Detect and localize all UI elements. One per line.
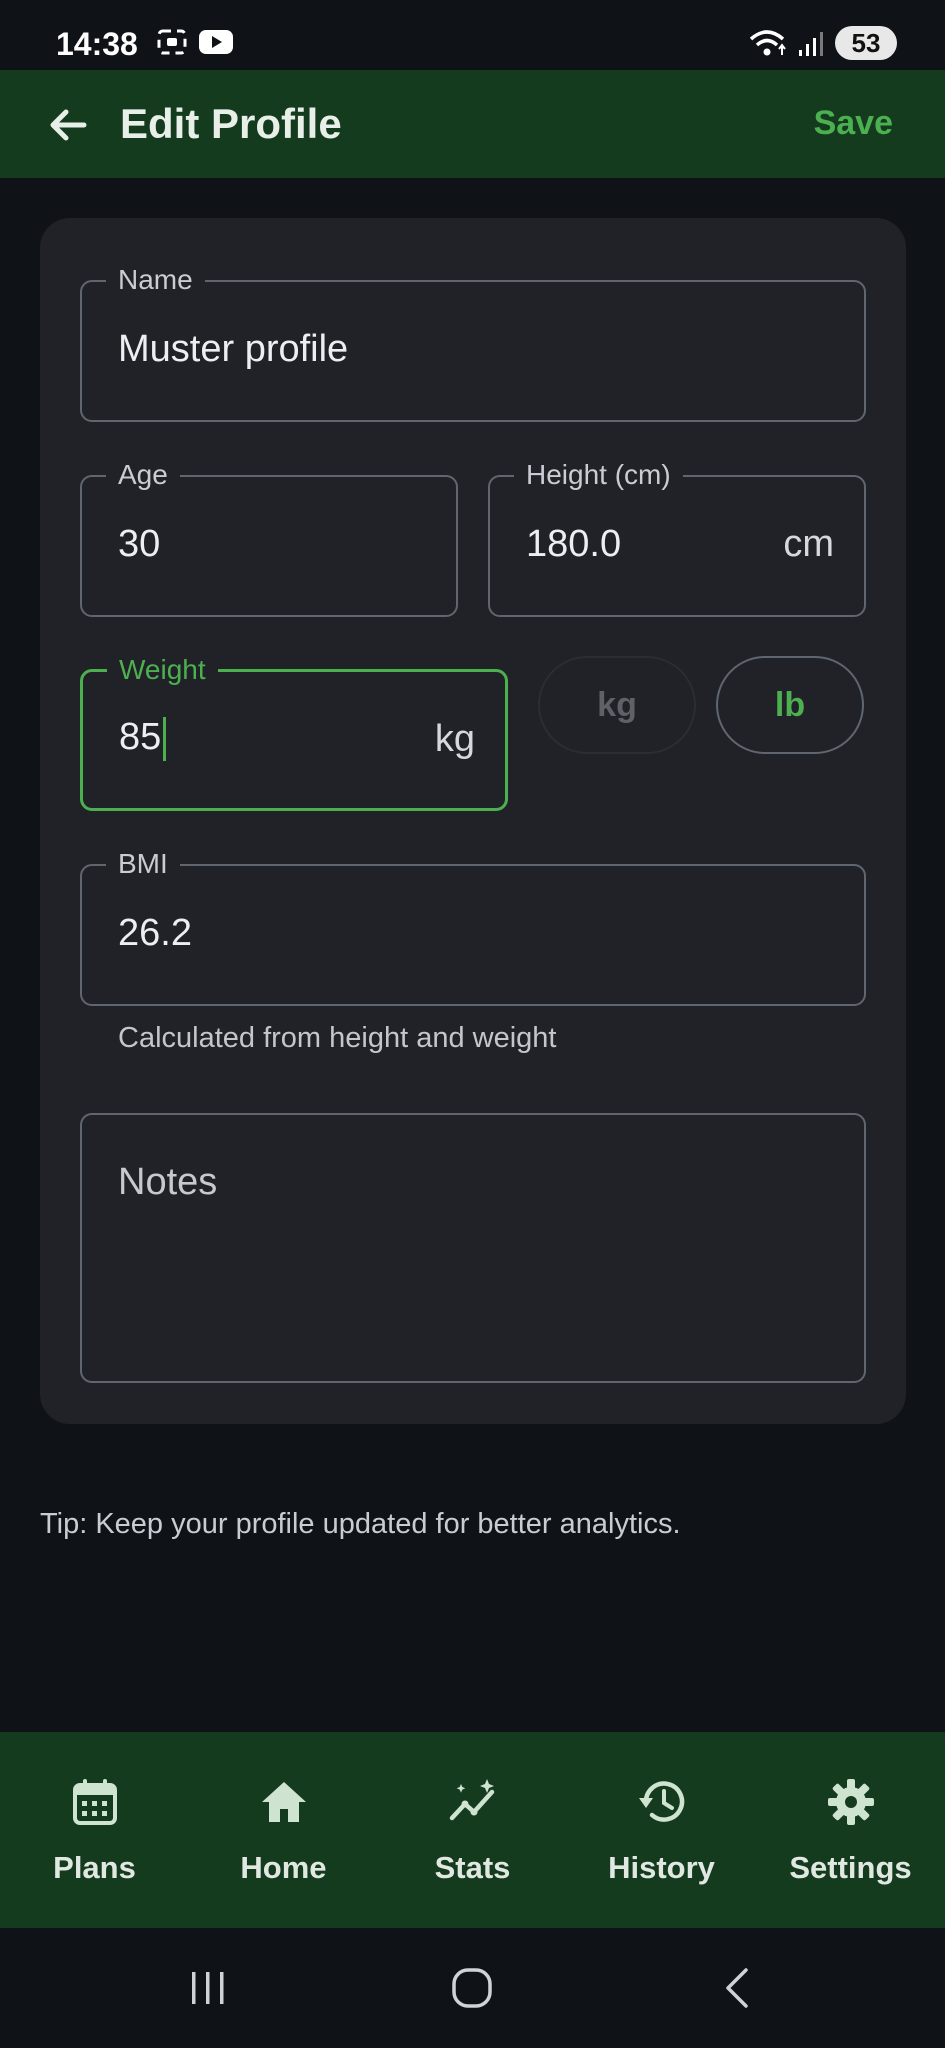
weight-label: Weight <box>107 652 218 688</box>
bmi-value: 26.2 <box>118 912 192 954</box>
name-value: Muster profile <box>118 328 349 370</box>
calendar-icon <box>72 1779 117 1825</box>
wifi-icon <box>749 30 786 56</box>
weight-value-wrap: 85 <box>119 716 167 761</box>
bottom-nav: Plans Home Stats History Settings <box>0 1732 945 1928</box>
gear-icon <box>827 1779 874 1825</box>
app-bar: Edit Profile Save <box>0 70 945 178</box>
age-field[interactable]: Age 30 <box>80 457 458 617</box>
bmi-helper-text: Calculated from height and weight <box>118 1022 557 1054</box>
name-label: Name <box>106 262 205 298</box>
signal-icon <box>799 32 823 56</box>
nav-history-label: History <box>608 1850 715 1885</box>
text-cursor <box>163 716 167 761</box>
weight-unit-suffix: kg <box>434 718 475 760</box>
name-field[interactable]: Name Muster profile <box>80 262 866 422</box>
status-time: 14:38 <box>56 26 138 62</box>
height-field[interactable]: Height (cm) 180.0 cm <box>488 457 866 617</box>
history-icon <box>638 1781 684 1822</box>
notes-field[interactable]: Notes <box>80 1113 866 1383</box>
unit-kg-button[interactable]: kg <box>538 656 696 754</box>
nav-stats[interactable]: Stats <box>378 1732 567 1928</box>
age-value: 30 <box>118 523 161 565</box>
page-title: Edit Profile <box>120 100 342 147</box>
recents-icon[interactable] <box>182 1962 234 2014</box>
nav-plans[interactable]: Plans <box>0 1732 189 1928</box>
height-value: 180.0 <box>526 523 622 565</box>
home-nav-icon[interactable] <box>446 1962 498 2014</box>
arrow-back-icon[interactable] <box>44 100 94 150</box>
home-icon <box>261 1782 306 1822</box>
height-label: Height (cm) <box>514 457 683 493</box>
save-button[interactable]: Save <box>814 104 893 143</box>
nav-plans-label: Plans <box>53 1850 136 1885</box>
nav-settings[interactable]: Settings <box>756 1732 945 1928</box>
system-nav-bar <box>0 1928 945 2048</box>
weight-value: 85 <box>119 716 162 758</box>
nav-home[interactable]: Home <box>189 1732 378 1928</box>
weight-field[interactable]: Weight 85 kg <box>80 652 508 811</box>
screenshot-icon <box>157 29 187 55</box>
stats-icon <box>449 1779 494 1821</box>
nav-stats-label: Stats <box>434 1850 511 1885</box>
height-unit-suffix: cm <box>783 523 834 565</box>
profile-form-card: Name Muster profile Age 30 Height (cm) 1… <box>40 218 906 1424</box>
nav-settings-label: Settings <box>789 1850 912 1885</box>
nav-history[interactable]: History <box>567 1732 756 1928</box>
battery-icon: 53 <box>835 26 897 60</box>
bmi-field: BMI 26.2 <box>80 846 866 1006</box>
back-nav-icon[interactable] <box>712 1962 764 2014</box>
youtube-icon <box>199 30 233 54</box>
unit-lb-button[interactable]: lb <box>716 656 864 754</box>
nav-home-label: Home <box>240 1850 327 1885</box>
tip-text: Tip: Keep your profile updated for bette… <box>40 1508 681 1540</box>
notes-placeholder: Notes <box>118 1161 218 1203</box>
age-label: Age <box>106 457 180 493</box>
battery-level: 53 <box>851 27 881 58</box>
bmi-label: BMI <box>106 846 180 882</box>
status-bar: 14:38 53 <box>0 0 945 70</box>
